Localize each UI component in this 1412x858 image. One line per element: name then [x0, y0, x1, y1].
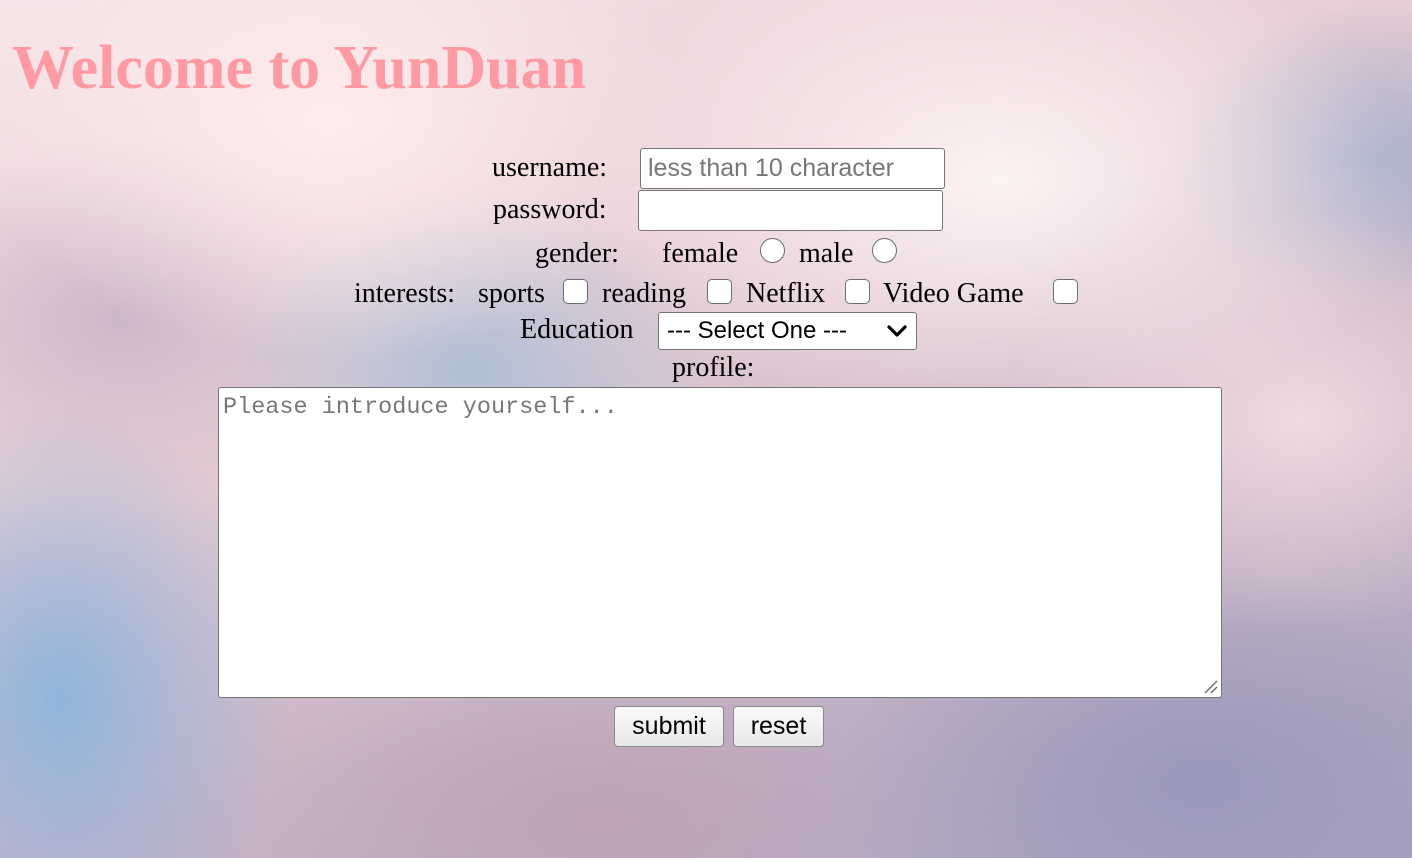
- password-label: password:: [493, 194, 607, 225]
- interests-label: interests:: [354, 278, 456, 309]
- education-label: Education: [520, 314, 634, 345]
- submit-button[interactable]: submit: [614, 706, 724, 747]
- gender-male-label: male: [799, 238, 854, 269]
- profile-label: profile:: [672, 352, 755, 383]
- interest-video-game-label: Video Game: [883, 278, 1024, 309]
- education-selected-value: --- Select One ---: [667, 317, 848, 344]
- interest-sports-checkbox[interactable]: [563, 279, 588, 304]
- chevron-down-icon: [887, 325, 907, 337]
- username-label: username:: [492, 152, 608, 183]
- page-title: Welcome to YunDuan: [12, 34, 587, 102]
- interest-video-game-checkbox[interactable]: [1053, 279, 1078, 304]
- gender-male-radio[interactable]: [872, 238, 897, 263]
- resize-grip-icon[interactable]: [1202, 678, 1218, 694]
- gender-female-radio[interactable]: [760, 238, 785, 263]
- interest-reading-label: reading: [602, 278, 686, 309]
- interest-reading-checkbox[interactable]: [707, 279, 732, 304]
- profile-textarea[interactable]: [218, 387, 1222, 698]
- interest-sports-label: sports: [478, 278, 545, 309]
- interest-netflix-label: Netflix: [746, 278, 826, 309]
- interest-netflix-checkbox[interactable]: [845, 279, 870, 304]
- gender-label: gender:: [535, 238, 619, 269]
- education-select[interactable]: --- Select One ---: [658, 312, 917, 350]
- password-input[interactable]: [638, 190, 943, 231]
- username-input[interactable]: [640, 148, 945, 189]
- gender-female-label: female: [662, 238, 739, 269]
- reset-button[interactable]: reset: [733, 706, 824, 747]
